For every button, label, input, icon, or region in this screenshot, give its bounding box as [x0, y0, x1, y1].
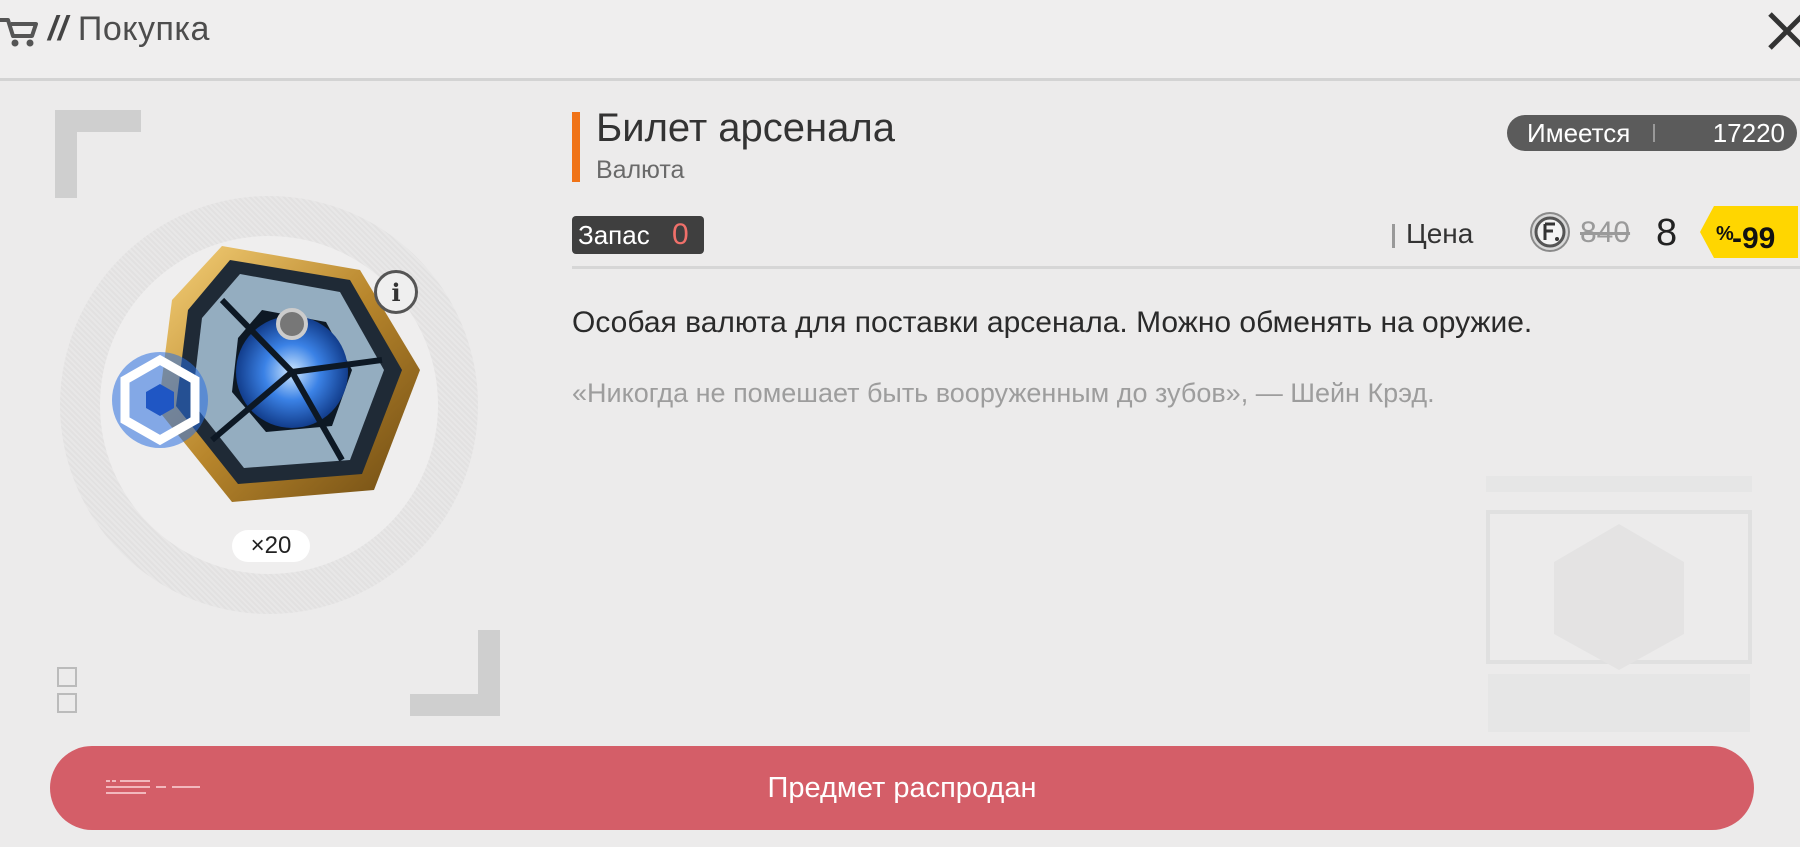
stock-value: 0 — [672, 218, 689, 251]
info-icon: i — [391, 277, 401, 307]
item-type: Валюта — [596, 156, 685, 184]
item-description: Особая валюта для поставки арсенала. Мож… — [572, 306, 1533, 339]
stock-badge: Запас 0 — [572, 216, 704, 254]
title-accent-bar — [572, 112, 580, 182]
item-name: Билет арсенала — [596, 106, 895, 150]
sold-out-button[interactable]: Предмет распродан — [50, 746, 1754, 830]
quantity-badge: ×20 — [232, 530, 310, 562]
watermark-decoration — [1486, 476, 1752, 732]
info-button[interactable]: i — [374, 270, 418, 314]
sold-out-label: Предмет распродан — [767, 772, 1037, 804]
page-title: //Покупка — [48, 10, 210, 49]
stock-label: Запас — [578, 220, 650, 250]
title-slashes: // — [48, 10, 68, 48]
discount-badge: -99% — [1700, 206, 1798, 258]
frame-corner-bottom-right — [410, 630, 500, 716]
close-icon — [1768, 12, 1800, 50]
decor-square-1 — [57, 667, 77, 687]
close-button[interactable] — [1764, 6, 1800, 56]
header: //Покупка — [0, 0, 1800, 81]
owned-label: Имеется — [1527, 118, 1631, 148]
discount-value: -99 — [1732, 222, 1776, 255]
cart-icon — [0, 18, 38, 47]
owned-count-pill: Имеется 17220 — [1507, 115, 1797, 151]
frame-corner-top-left — [55, 110, 141, 198]
decor-square-2 — [57, 693, 77, 713]
currency-coin-icon — [1530, 212, 1570, 252]
owned-separator — [1653, 124, 1655, 142]
old-price: 840 — [1580, 216, 1631, 249]
item-quote: «Никогда не помешает быть вооруженным до… — [572, 378, 1435, 408]
details-divider — [572, 266, 1800, 269]
new-price: 8 — [1656, 212, 1678, 254]
price-label: Цена — [1406, 218, 1474, 249]
owned-value: 17220 — [1712, 118, 1785, 148]
price-separator — [1392, 224, 1395, 248]
button-decoration — [106, 780, 200, 794]
title-text: Покупка — [77, 10, 210, 48]
